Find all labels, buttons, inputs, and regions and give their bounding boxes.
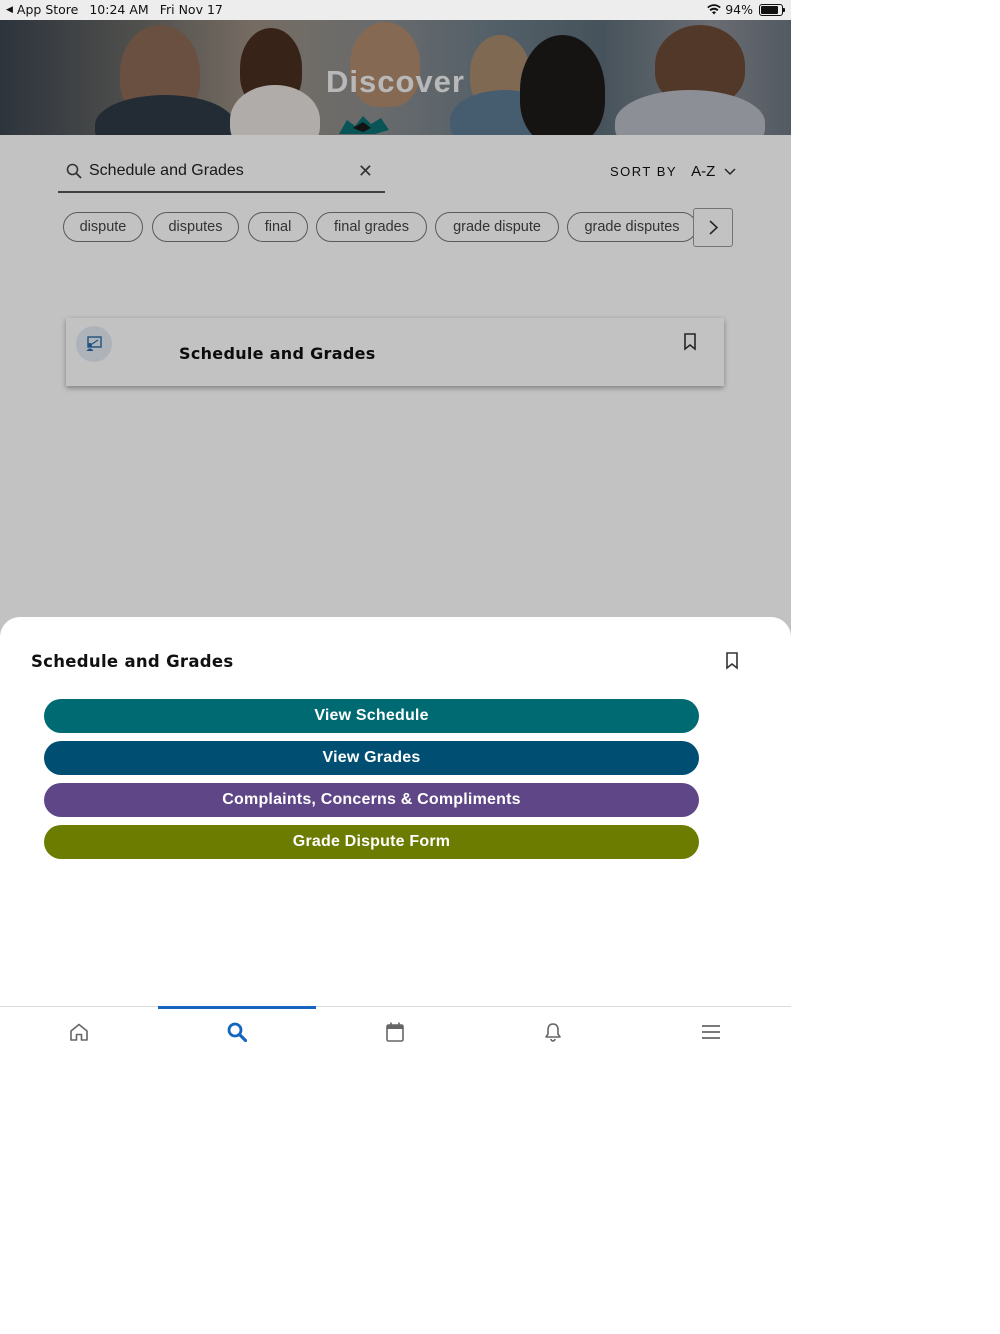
nav-menu[interactable] xyxy=(632,1007,790,1057)
nav-notifications[interactable] xyxy=(474,1007,632,1057)
back-arrow-icon: ◀ xyxy=(6,4,13,15)
view-schedule-button[interactable]: View Schedule xyxy=(44,699,699,733)
home-icon xyxy=(70,1023,88,1041)
battery-fill xyxy=(761,5,778,14)
bell-icon xyxy=(545,1023,561,1042)
view-grades-button[interactable]: View Grades xyxy=(44,741,699,775)
status-time: 10:24 AM xyxy=(89,2,149,17)
nav-search[interactable] xyxy=(158,1007,316,1057)
complaints-concerns-compliments-button[interactable]: Complaints, Concerns & Compliments xyxy=(44,783,699,817)
grade-dispute-form-button[interactable]: Grade Dispute Form xyxy=(44,825,699,859)
sheet-title: Schedule and Grades xyxy=(31,652,234,671)
modal-backdrop[interactable] xyxy=(0,20,791,640)
status-right: 94% xyxy=(707,2,785,17)
status-bar: ◀ App Store 10:24 AM Fri Nov 17 94% xyxy=(0,0,791,20)
calendar-icon xyxy=(386,1022,404,1042)
app-frame: ◀ App Store 10:24 AM Fri Nov 17 94% Disc… xyxy=(0,0,791,1334)
menu-icon xyxy=(702,1025,720,1039)
back-app-label: App Store xyxy=(16,2,79,17)
bookmark-icon[interactable] xyxy=(725,652,739,670)
nav-calendar[interactable] xyxy=(316,1007,474,1057)
bottom-sheet: Schedule and Grades View Schedule View G… xyxy=(0,617,791,1006)
search-icon xyxy=(227,1022,247,1042)
wifi-icon xyxy=(707,4,722,15)
status-left[interactable]: ◀ App Store 10:24 AM Fri Nov 17 xyxy=(6,2,223,17)
battery-percent: 94% xyxy=(725,2,753,17)
bottom-nav xyxy=(0,1006,791,1057)
nav-home[interactable] xyxy=(0,1007,158,1057)
status-date: Fri Nov 17 xyxy=(159,2,223,17)
battery-icon xyxy=(759,3,785,16)
